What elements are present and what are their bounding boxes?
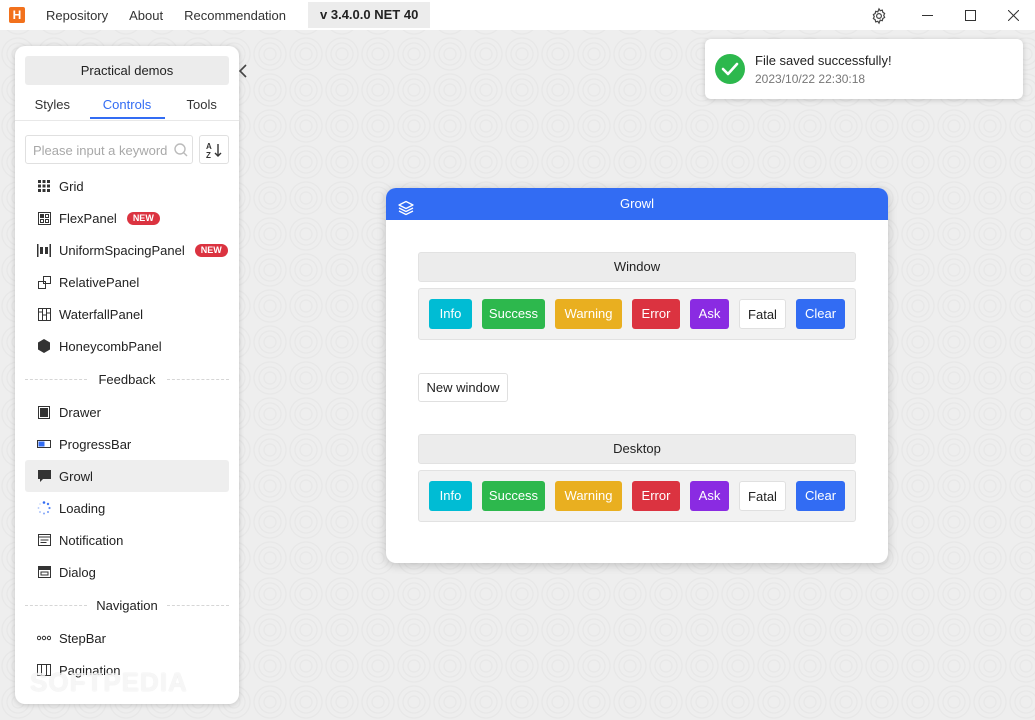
desktop-clear-button[interactable]: Clear [796, 481, 845, 511]
nav-item-label: Grid [59, 178, 84, 194]
sort-az-icon[interactable]: A Z [199, 135, 229, 164]
app-logo: H [9, 7, 25, 23]
nav-item-relativepanel[interactable]: RelativePanel [25, 266, 229, 298]
collapse-sidebar-chevron-left-icon[interactable] [232, 58, 254, 84]
version-badge: v 3.4.0.0 NET 40 [308, 2, 431, 28]
maximize-icon[interactable] [949, 0, 992, 30]
dialog-icon [37, 565, 51, 579]
nav-item-waterfallpanel[interactable]: WaterfallPanel [25, 298, 229, 330]
nav-item-label: RelativePanel [59, 274, 140, 290]
new-badge: NEW [194, 243, 228, 257]
minimize-icon[interactable] [906, 0, 949, 30]
stepbar-icon [37, 631, 51, 645]
desktop-ask-button[interactable]: Ask [690, 481, 729, 511]
nav-item-honeycombpanel[interactable]: HoneycombPanel [25, 330, 229, 362]
desktop-section-title: Desktop [418, 434, 856, 464]
softpedia-watermark: SOFTPEDIA [30, 667, 188, 697]
nav-item-label: StepBar [59, 630, 106, 646]
desktop-info-button[interactable]: Info [429, 481, 472, 511]
window-info-button[interactable]: Info [429, 299, 472, 329]
settings-gear-icon[interactable] [868, 5, 890, 27]
growl-icon [37, 469, 51, 483]
grid-icon [37, 179, 51, 193]
growl-message: File saved successfully! [755, 53, 892, 68]
tab-styles[interactable]: Styles [15, 94, 90, 120]
window-clear-button[interactable]: Clear [796, 299, 845, 329]
desktop-warning-button[interactable]: Warning [555, 481, 622, 511]
window-controls [906, 0, 1035, 30]
group-header-navigation: Navigation [25, 588, 229, 622]
growl-demo-card: Growl Window Info Success Warning Error … [386, 188, 888, 563]
desktop-error-button[interactable]: Error [632, 481, 680, 511]
window-button-row: Info Success Warning Error Ask Fatal Cle… [418, 288, 856, 340]
drawer-icon [37, 405, 51, 419]
desktop-success-button[interactable]: Success [482, 481, 545, 511]
uniform-spacing-icon [37, 243, 51, 257]
search-input[interactable] [33, 141, 168, 159]
desktop-fatal-button[interactable]: Fatal [739, 481, 786, 511]
nav-item-label: FlexPanel [59, 210, 117, 226]
nav-item-growl[interactable]: Growl [25, 460, 229, 492]
window-ask-button[interactable]: Ask [690, 299, 729, 329]
search-icon[interactable] [173, 142, 189, 158]
nav-item-uniformspacingpanel[interactable]: UniformSpacingPanel NEW [25, 234, 229, 266]
loading-icon [37, 501, 51, 515]
new-window-button[interactable]: New window [418, 373, 508, 402]
menu-about[interactable]: About [129, 8, 163, 23]
search-box [25, 135, 193, 164]
nav-item-label: Loading [59, 500, 106, 516]
window-error-button[interactable]: Error [632, 299, 680, 329]
nav-item-progressbar[interactable]: ProgressBar [25, 428, 229, 460]
tab-tools[interactable]: Tools [164, 94, 239, 120]
notification-icon [37, 533, 51, 547]
menu-repository[interactable]: Repository [46, 8, 108, 23]
nav-item-label: HoneycombPanel [59, 338, 162, 354]
nav-item-label: Dialog [59, 564, 96, 580]
menu-recommendation[interactable]: Recommendation [184, 8, 286, 23]
nav-item-flexpanel[interactable]: FlexPanel NEW [25, 202, 229, 234]
svg-text:A: A [206, 142, 212, 151]
window-success-button[interactable]: Success [482, 299, 545, 329]
window-warning-button[interactable]: Warning [555, 299, 622, 329]
honeycomb-icon [37, 339, 51, 353]
window-fatal-button[interactable]: Fatal [739, 299, 786, 329]
nav-item-notification[interactable]: Notification [25, 524, 229, 556]
active-tab-indicator [90, 117, 165, 119]
growl-timestamp: 2023/10/22 22:30:18 [755, 72, 866, 86]
nav-item-label: UniformSpacingPanel [59, 242, 185, 258]
svg-text:Z: Z [206, 151, 211, 159]
close-icon[interactable] [992, 0, 1035, 30]
nav-item-stepbar[interactable]: StepBar [25, 622, 229, 654]
waterfall-icon [37, 307, 51, 321]
nav-item-label: ProgressBar [59, 436, 132, 452]
flexpanel-icon [37, 211, 51, 225]
nav-item-loading[interactable]: Loading [25, 492, 229, 524]
nav-item-drawer[interactable]: Drawer [25, 396, 229, 428]
nav-item-label: Notification [59, 532, 124, 548]
side-panel: Practical demos Styles Controls Tools A … [15, 46, 239, 704]
progressbar-icon [37, 437, 51, 451]
layers-icon [398, 196, 414, 216]
nav-item-label: Growl [59, 468, 93, 484]
relativepanel-icon [37, 275, 51, 289]
desktop-button-row: Info Success Warning Error Ask Fatal Cle… [418, 470, 856, 522]
nav-item-label: Drawer [59, 404, 101, 420]
window-section-title: Window [418, 252, 856, 282]
success-check-icon [715, 54, 745, 84]
tab-divider [15, 120, 239, 121]
growl-notification: File saved successfully! 2023/10/22 22:3… [705, 39, 1023, 99]
nav-item-label: WaterfallPanel [59, 306, 144, 322]
card-title: Growl [620, 196, 654, 211]
group-header-feedback: Feedback [25, 362, 229, 396]
practical-demos-button[interactable]: Practical demos [25, 56, 229, 85]
new-badge: NEW [126, 211, 160, 225]
nav-item-dialog[interactable]: Dialog [25, 556, 229, 588]
card-header: Growl [386, 188, 888, 220]
nav-item-grid[interactable]: Grid [25, 170, 229, 202]
control-list: Grid FlexPanel NEW UniformSpacingPanel N… [25, 170, 229, 686]
